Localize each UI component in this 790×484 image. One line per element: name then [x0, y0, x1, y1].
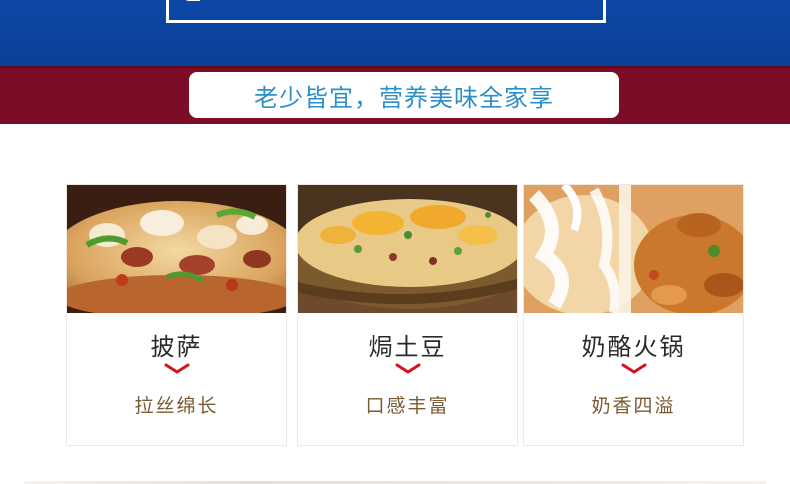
product-card-baked-potato[interactable]: 焗土豆 口感丰富 — [297, 184, 518, 446]
card-subtitle: 拉丝绵长 — [134, 395, 219, 417]
card-title: 焗土豆 — [368, 333, 447, 361]
cheese-hotpot-photo — [524, 185, 743, 313]
product-card-cheese-hotpot[interactable]: 奶酪火锅 奶香四溢 — [523, 184, 744, 446]
slogan-text: 老少皆宜，营养美味全家享 — [254, 83, 554, 112]
card-title: 披萨 — [150, 333, 203, 361]
card-subtitle: 口感丰富 — [365, 395, 450, 417]
slogan-box: 老少皆宜，营养美味全家享 — [189, 72, 619, 118]
top-banner — [0, 0, 790, 66]
chevron-down-icon — [164, 363, 189, 374]
header-text-fragment — [183, 0, 200, 1]
pizza-photo — [67, 185, 286, 313]
chevron-down-icon — [395, 363, 420, 374]
header-frame — [166, 0, 606, 23]
baked-potato-photo — [298, 185, 517, 313]
card-subtitle: 奶香四溢 — [591, 395, 676, 417]
chevron-down-icon — [621, 363, 646, 374]
band-divider — [0, 66, 790, 68]
product-card-pizza[interactable]: 披萨 拉丝绵长 — [66, 184, 287, 446]
card-title: 奶酪火锅 — [581, 333, 686, 361]
